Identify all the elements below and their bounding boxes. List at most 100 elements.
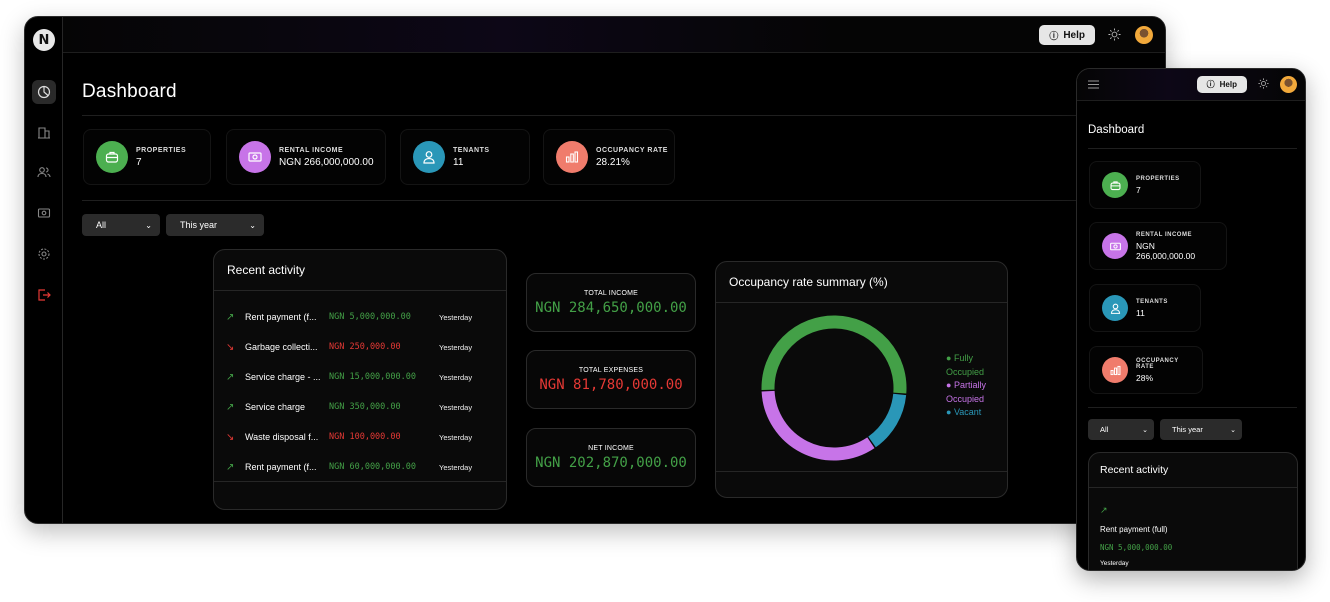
help-label: Help (1063, 29, 1085, 41)
stat-card-occupancy-rate: OCCUPANCY RATE 28% (1089, 346, 1203, 394)
category-select[interactable]: All ⌄ (82, 214, 160, 236)
legend-label: Fully Occupied (946, 353, 985, 377)
trend-up-icon: ↗ (226, 461, 235, 473)
trend-up-icon: ↗ (226, 311, 235, 323)
occupancy-donut-chart (761, 315, 907, 461)
activity-amount: NGN 250,000.00 (329, 342, 401, 352)
stat-value: 28.21% (596, 156, 630, 168)
sidebar-item-finance[interactable] (32, 201, 56, 225)
sidebar-item-settings[interactable] (32, 242, 56, 266)
activity-row[interactable]: ↗ Rent payment (f... NGN 60,000,000.00 Yest… (226, 460, 498, 474)
divider (1088, 148, 1297, 149)
sidebar-item-properties[interactable] (32, 120, 56, 144)
stat-label: TENANTS (453, 146, 490, 154)
recent-activity-card: Recent activity ↗ Rent payment (f... NGN 5… (213, 249, 507, 510)
avatar[interactable] (1135, 26, 1153, 44)
card-title: Recent activity (1089, 453, 1297, 488)
divider (82, 200, 1165, 201)
activity-row[interactable]: ↗ Service charge NGN 350,000.00 Yesterday (226, 400, 498, 414)
period-select[interactable]: This year ⌄ (166, 214, 264, 236)
stat-card-tenants: TENANTS 11 (400, 129, 530, 185)
activity-name: Rent payment (f... (245, 312, 317, 322)
sidebar-item-dashboard[interactable] (32, 80, 56, 104)
activity-amount: NGN 350,000.00 (329, 402, 401, 412)
trend-up-icon: ↗ (1100, 505, 1108, 515)
users-icon (37, 167, 51, 178)
chevron-down-icon: ⌄ (1230, 426, 1236, 434)
activity-row[interactable]: ↘ Waste disposal f... NGN 100,000.00 Yester… (226, 430, 498, 444)
net-income-label: NET INCOME (588, 445, 634, 452)
help-icon: ⓘ (1206, 80, 1215, 89)
divider (82, 115, 1165, 116)
bar-chart-icon (1102, 357, 1128, 383)
stat-label: TENANTS (1136, 298, 1168, 305)
donut-slice-vacant[interactable] (868, 393, 907, 448)
sidebar-item-logout[interactable] (32, 283, 56, 307)
activity-name: Garbage collecti... (245, 342, 318, 352)
period-select-value: This year (1172, 425, 1203, 434)
recent-activity-card: Recent activity ↗ Rent payment (full) NG… (1088, 452, 1298, 570)
stat-card-properties: PROPERTIES 7 (83, 129, 211, 185)
chart-legend: ● Fully Occupied ● Partially Occupied ● … (946, 352, 996, 420)
activity-name: Rent payment (f... (245, 462, 317, 472)
stat-label: OCCUPANCY RATE (596, 146, 668, 154)
stat-value: 7 (136, 156, 142, 168)
trend-down-icon: ↘ (226, 431, 235, 443)
total-expenses-card: TOTAL EXPENSES NGN 81,780,000.00 (526, 350, 696, 409)
stat-label: RENTAL INCOME (1136, 231, 1192, 238)
activity-row[interactable]: ↘ Garbage collecti... NGN 250,000.00 Yester… (226, 340, 498, 354)
top-bar: ⓘ Help (63, 17, 1165, 53)
total-income-label: TOTAL INCOME (584, 290, 638, 297)
activity-amount: NGN 15,000,000.00 (329, 372, 416, 382)
help-button[interactable]: ⓘ Help (1196, 76, 1247, 93)
help-button[interactable]: ⓘ Help (1039, 25, 1095, 45)
category-select-value: All (1100, 425, 1109, 434)
bar-chart-icon (556, 141, 588, 173)
menu-icon[interactable] (1088, 80, 1099, 89)
legend-item-partially-occupied: ● Partially Occupied (946, 380, 986, 404)
briefcase-icon (96, 141, 128, 173)
net-income-card: NET INCOME NGN 202,870,000.00 (526, 428, 696, 487)
activity-row[interactable]: ↗ Rent payment (f... NGN 5,000,000.00 Yeste… (226, 310, 498, 324)
stat-label: PROPERTIES (1136, 175, 1180, 182)
stat-value: 7 (1136, 184, 1141, 195)
stat-card-rental-income: RENTAL INCOME NGN 266,000,000.00 (226, 129, 386, 185)
stat-value: NGN 266,000,000.00 (1136, 240, 1196, 261)
pie-chart-icon (37, 85, 51, 99)
activity-name: Service charge (245, 402, 306, 412)
theme-toggle-icon[interactable] (1108, 28, 1121, 41)
legend-label: Vacant (953, 407, 982, 418)
activity-amount: NGN 5,000,000.00 (329, 312, 411, 322)
stat-label: RENTAL INCOME (279, 146, 344, 154)
money-icon (1102, 233, 1128, 259)
total-expenses-value: NGN 81,780,000.00 (539, 377, 683, 393)
user-icon (1102, 295, 1128, 321)
money-icon (239, 141, 271, 173)
stat-label: PROPERTIES (136, 146, 187, 154)
page-title: Dashboard (82, 81, 177, 102)
stat-card-occupancy-rate: OCCUPANCY RATE 28.21% (543, 129, 675, 185)
activity-when: Yesterday (439, 372, 473, 382)
sidebar-item-tenants[interactable] (32, 160, 56, 184)
gear-icon (38, 248, 50, 260)
mobile-top-bar: ⓘ Help (1077, 69, 1305, 101)
logo-icon[interactable]: N (33, 29, 55, 51)
category-select[interactable]: All ⌄ (1088, 419, 1154, 440)
avatar[interactable] (1280, 76, 1297, 93)
period-select[interactable]: This year ⌄ (1160, 419, 1242, 440)
activity-when: Yesterday (439, 402, 473, 412)
period-select-value: This year (180, 220, 218, 230)
trend-up-icon: ↗ (226, 401, 235, 413)
divider (1088, 407, 1297, 408)
page-title: Dashboard (1088, 124, 1145, 136)
activity-name: Waste disposal f... (245, 432, 319, 442)
activity-row[interactable]: ↗ Service charge - ... NGN 15,000,000.00 Ye… (226, 370, 498, 384)
donut-slice-fully-occupied[interactable] (761, 315, 907, 394)
mobile-window: ⓘ Help Dashboard PROPERTIES 7 RENTAL INCO… (1076, 68, 1306, 571)
total-income-card: TOTAL INCOME NGN 284,650,000.00 (526, 273, 696, 332)
donut-slice-partially-occupied[interactable] (761, 390, 875, 461)
stat-card-properties: PROPERTIES 7 (1089, 161, 1201, 209)
trend-up-icon: ↗ (226, 371, 235, 383)
net-income-value: NGN 202,870,000.00 (535, 455, 687, 471)
theme-toggle-icon[interactable] (1258, 78, 1269, 89)
